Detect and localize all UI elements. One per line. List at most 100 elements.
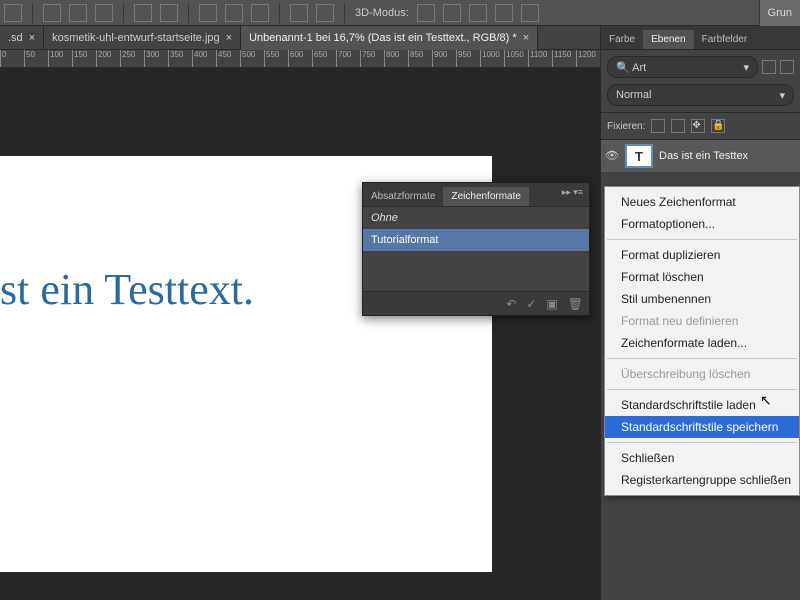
doc-tab-label: Unbenannt-1 bei 16,7% (Das ist ein Testt…: [249, 32, 517, 44]
3d-move-btn[interactable]: [469, 4, 487, 22]
menu-item[interactable]: Format löschen: [605, 266, 799, 288]
format-item-selected[interactable]: Tutorialformat: [363, 229, 589, 251]
align-left-btn[interactable]: [4, 4, 22, 22]
close-icon[interactable]: ×: [523, 32, 529, 44]
lock-position-icon[interactable]: ✥: [691, 119, 705, 133]
character-formats-panel: Absatzformate Zeichenformate ▸▸ ▾≡ Ohne …: [362, 182, 590, 316]
options-toolbar: 3D-Modus: Grun: [0, 0, 800, 26]
ruler-tick: 100: [48, 50, 63, 68]
ruler-tick: 550: [264, 50, 279, 68]
lock-transparency-icon[interactable]: [651, 119, 665, 133]
ruler-tick: 850: [408, 50, 423, 68]
arrange-btn[interactable]: [290, 4, 308, 22]
ruler-tick: 50: [24, 50, 35, 68]
tab-absatzformate[interactable]: Absatzformate: [363, 187, 443, 206]
ruler-tick: 200: [96, 50, 111, 68]
workspace-switcher[interactable]: Grun: [759, 0, 800, 26]
align-bottom-btn[interactable]: [95, 4, 113, 22]
align-btn[interactable]: [316, 4, 334, 22]
menu-item[interactable]: Zeichenformate laden...: [605, 332, 799, 354]
text-layer-content[interactable]: st ein Testtext.: [0, 264, 254, 315]
3d-pan-btn[interactable]: [443, 4, 461, 22]
ruler-tick: 500: [240, 50, 255, 68]
tab-farbfelder[interactable]: Farbfelder: [694, 30, 756, 49]
close-icon[interactable]: ×: [29, 32, 35, 44]
3d-scale-btn[interactable]: [495, 4, 513, 22]
separator: [344, 3, 345, 23]
ruler-tick: 150: [72, 50, 87, 68]
envelope-btn[interactable]: [251, 4, 269, 22]
tab-ebenen[interactable]: Ebenen: [643, 30, 693, 49]
menu-item[interactable]: Format duplizieren: [605, 244, 799, 266]
lock-pixels-icon[interactable]: [671, 119, 685, 133]
ruler-tick: 450: [216, 50, 231, 68]
lock-all-icon[interactable]: 🔒: [711, 119, 725, 133]
distribute-v-btn[interactable]: [160, 4, 178, 22]
tab-farbe[interactable]: Farbe: [601, 30, 643, 49]
menu-item[interactable]: Standardschriftstile speichern: [605, 416, 799, 438]
distribute-h-btn[interactable]: [134, 4, 152, 22]
menu-item[interactable]: Standardschriftstile laden: [605, 394, 799, 416]
layer-filter-dropdown[interactable]: 🔍 Art▾: [607, 56, 758, 78]
align-vcenter-btn[interactable]: [69, 4, 87, 22]
ruler-tick: 600: [288, 50, 303, 68]
format-item-none[interactable]: Ohne: [363, 207, 589, 229]
3d-light-btn[interactable]: [521, 4, 539, 22]
doc-tab[interactable]: .sd ×: [0, 26, 44, 50]
menu-separator: [607, 358, 797, 359]
panel-footer: ↶ ✓ ▣ 🗑: [363, 291, 589, 315]
panel-context-menu: Neues ZeichenformatFormatoptionen... Form…: [604, 186, 800, 496]
menu-item[interactable]: Stil umbenennen: [605, 288, 799, 310]
ruler-tick: 1050: [504, 50, 524, 68]
ruler-tick: 1200: [576, 50, 596, 68]
menu-item[interactable]: Formatoptionen...: [605, 213, 799, 235]
layer-thumbnail[interactable]: T: [625, 144, 653, 168]
layer-row[interactable]: 👁 T Das ist ein Testtex: [601, 140, 800, 172]
menu-item[interactable]: Schließen: [605, 447, 799, 469]
panel-tabs: Farbe Ebenen Farbfelder: [601, 26, 800, 50]
ruler-tick: 900: [432, 50, 447, 68]
ruler-tick: 300: [144, 50, 159, 68]
ruler-tick: 1100: [528, 50, 547, 68]
ruler-tick: 800: [384, 50, 399, 68]
menu-separator: [607, 239, 797, 240]
menu-item[interactable]: Neues Zeichenformat: [605, 191, 799, 213]
layer-filter-label: Art: [632, 62, 646, 74]
ruler-tick: 350: [168, 50, 183, 68]
menu-item[interactable]: Registerkartengruppe schließen: [605, 469, 799, 491]
tab-zeichenformate[interactable]: Zeichenformate: [443, 187, 528, 206]
blend-mode-dropdown[interactable]: Normal▾: [607, 84, 794, 106]
menu-separator: [607, 389, 797, 390]
warp-btn[interactable]: [225, 4, 243, 22]
layer-name[interactable]: Das ist ein Testtex: [659, 150, 748, 162]
menu-separator: [607, 442, 797, 443]
filter-pixel-icon[interactable]: [762, 60, 776, 74]
transform-btn[interactable]: [199, 4, 217, 22]
menu-item: Format neu definieren: [605, 310, 799, 332]
layer-lock-row: Fixieren: ✥ 🔒: [601, 112, 800, 140]
doc-tab-label: .sd: [8, 32, 23, 44]
doc-tab-active[interactable]: Unbenannt-1 bei 16,7% (Das ist ein Testt…: [241, 26, 538, 50]
separator: [32, 3, 33, 23]
apply-icon[interactable]: ✓: [526, 297, 536, 311]
align-top-btn[interactable]: [43, 4, 61, 22]
3d-orbit-btn[interactable]: [417, 4, 435, 22]
ruler-tick: 650: [312, 50, 327, 68]
doc-tab[interactable]: kosmetik-uhl-entwurf-startseite.jpg ×: [44, 26, 241, 50]
new-format-icon[interactable]: ▣: [546, 297, 557, 311]
layers-panel-body: 🔍 Art▾ Normal▾: [601, 50, 800, 112]
trash-icon[interactable]: 🗑: [568, 297, 583, 311]
ruler-tick: 950: [456, 50, 471, 68]
filter-adjust-icon[interactable]: [780, 60, 794, 74]
separator: [188, 3, 189, 23]
visibility-toggle-icon[interactable]: 👁: [605, 149, 619, 163]
undo-icon[interactable]: ↶: [506, 297, 516, 311]
ruler-tick: 0: [0, 50, 6, 68]
doc-tab-label: kosmetik-uhl-entwurf-startseite.jpg: [52, 32, 220, 44]
ruler-tick: 700: [336, 50, 351, 68]
close-icon[interactable]: ×: [226, 32, 232, 44]
panel-collapse-icon[interactable]: ▸▸ ▾≡: [562, 187, 583, 198]
ruler-tick: 250: [120, 50, 135, 68]
canvas-area[interactable]: st ein Testtext.: [0, 68, 600, 600]
lock-label: Fixieren:: [607, 121, 645, 132]
